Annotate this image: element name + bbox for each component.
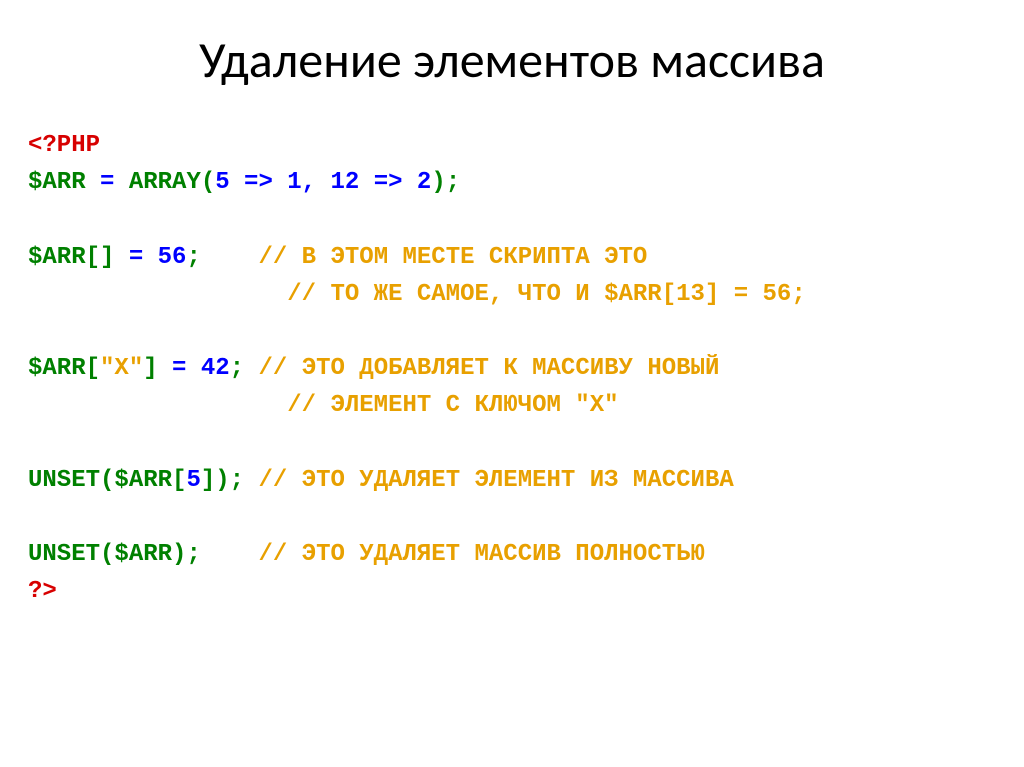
code-op: = — [158, 355, 201, 382]
slide: Удаление элементов массива <?PHP $ARR = … — [0, 0, 1024, 767]
code-bracket: [ — [172, 467, 186, 494]
code-paren: ) — [172, 541, 186, 568]
code-comma: , — [302, 169, 331, 196]
code-var: $ARR — [28, 244, 86, 271]
code-var: $ARR — [114, 467, 172, 494]
code-num: 2 — [417, 169, 431, 196]
code-bracket: [ — [86, 355, 100, 382]
code-semi: ; — [186, 541, 200, 568]
code-block: <?PHP $ARR = ARRAY(5 => 1, 12 => 2); $AR… — [0, 127, 1024, 610]
code-num: 1 — [287, 169, 301, 196]
code-num: 5 — [215, 169, 229, 196]
code-op: = — [114, 244, 157, 271]
code-paren: ( — [100, 541, 114, 568]
code-pad — [244, 355, 258, 382]
code-paren: ( — [100, 467, 114, 494]
code-pad — [244, 467, 258, 494]
code-semi: ; — [186, 244, 200, 271]
code-comment: // ЭЛЕМЕНТ С КЛЮЧОМ "X" — [287, 392, 618, 419]
code-op: = — [86, 169, 129, 196]
code-paren: ( — [201, 169, 215, 196]
code-num: 56 — [158, 244, 187, 271]
code-paren: ) — [431, 169, 445, 196]
code-string: "X" — [100, 355, 143, 382]
code-bracket: [ — [86, 244, 100, 271]
code-num: 42 — [201, 355, 230, 382]
code-pad — [201, 541, 259, 568]
code-semi: ; — [230, 467, 244, 494]
code-pad — [201, 244, 259, 271]
code-comment: // В ЭТОМ МЕСТЕ СКРИПТА ЭТО — [258, 244, 647, 271]
code-arrow: => — [230, 169, 288, 196]
code-comment: // ЭТО УДАЛЯЕТ МАССИВ ПОЛНОСТЬЮ — [258, 541, 704, 568]
code-bracket: ] — [201, 467, 215, 494]
code-var: $ARR — [114, 541, 172, 568]
code-pad — [28, 392, 287, 419]
code-func: UNSET — [28, 541, 100, 568]
code-semi: ; — [230, 355, 244, 382]
code-semi: ; — [446, 169, 460, 196]
code-func: ARRAY — [129, 169, 201, 196]
php-close-tag: ?> — [28, 578, 57, 605]
code-func: UNSET — [28, 467, 100, 494]
code-comment: // ЭТО УДАЛЯЕТ ЭЛЕМЕНТ ИЗ МАССИВА — [258, 467, 733, 494]
code-comment: // ЭТО ДОБАВЛЯЕТ К МАССИВУ НОВЫЙ — [258, 355, 719, 382]
code-num: 5 — [186, 467, 200, 494]
code-bracket: ] — [143, 355, 157, 382]
code-var: $ARR — [28, 355, 86, 382]
code-pad — [28, 281, 287, 308]
php-open-tag: <?PHP — [28, 132, 100, 159]
slide-title: Удаление элементов массива — [0, 30, 1024, 91]
code-paren: ) — [215, 467, 229, 494]
code-comment: // ТО ЖЕ САМОЕ, ЧТО И $ARR[13] = 56; — [287, 281, 805, 308]
code-arrow: => — [359, 169, 417, 196]
code-num: 12 — [330, 169, 359, 196]
code-var: $ARR — [28, 169, 86, 196]
code-bracket: ] — [100, 244, 114, 271]
